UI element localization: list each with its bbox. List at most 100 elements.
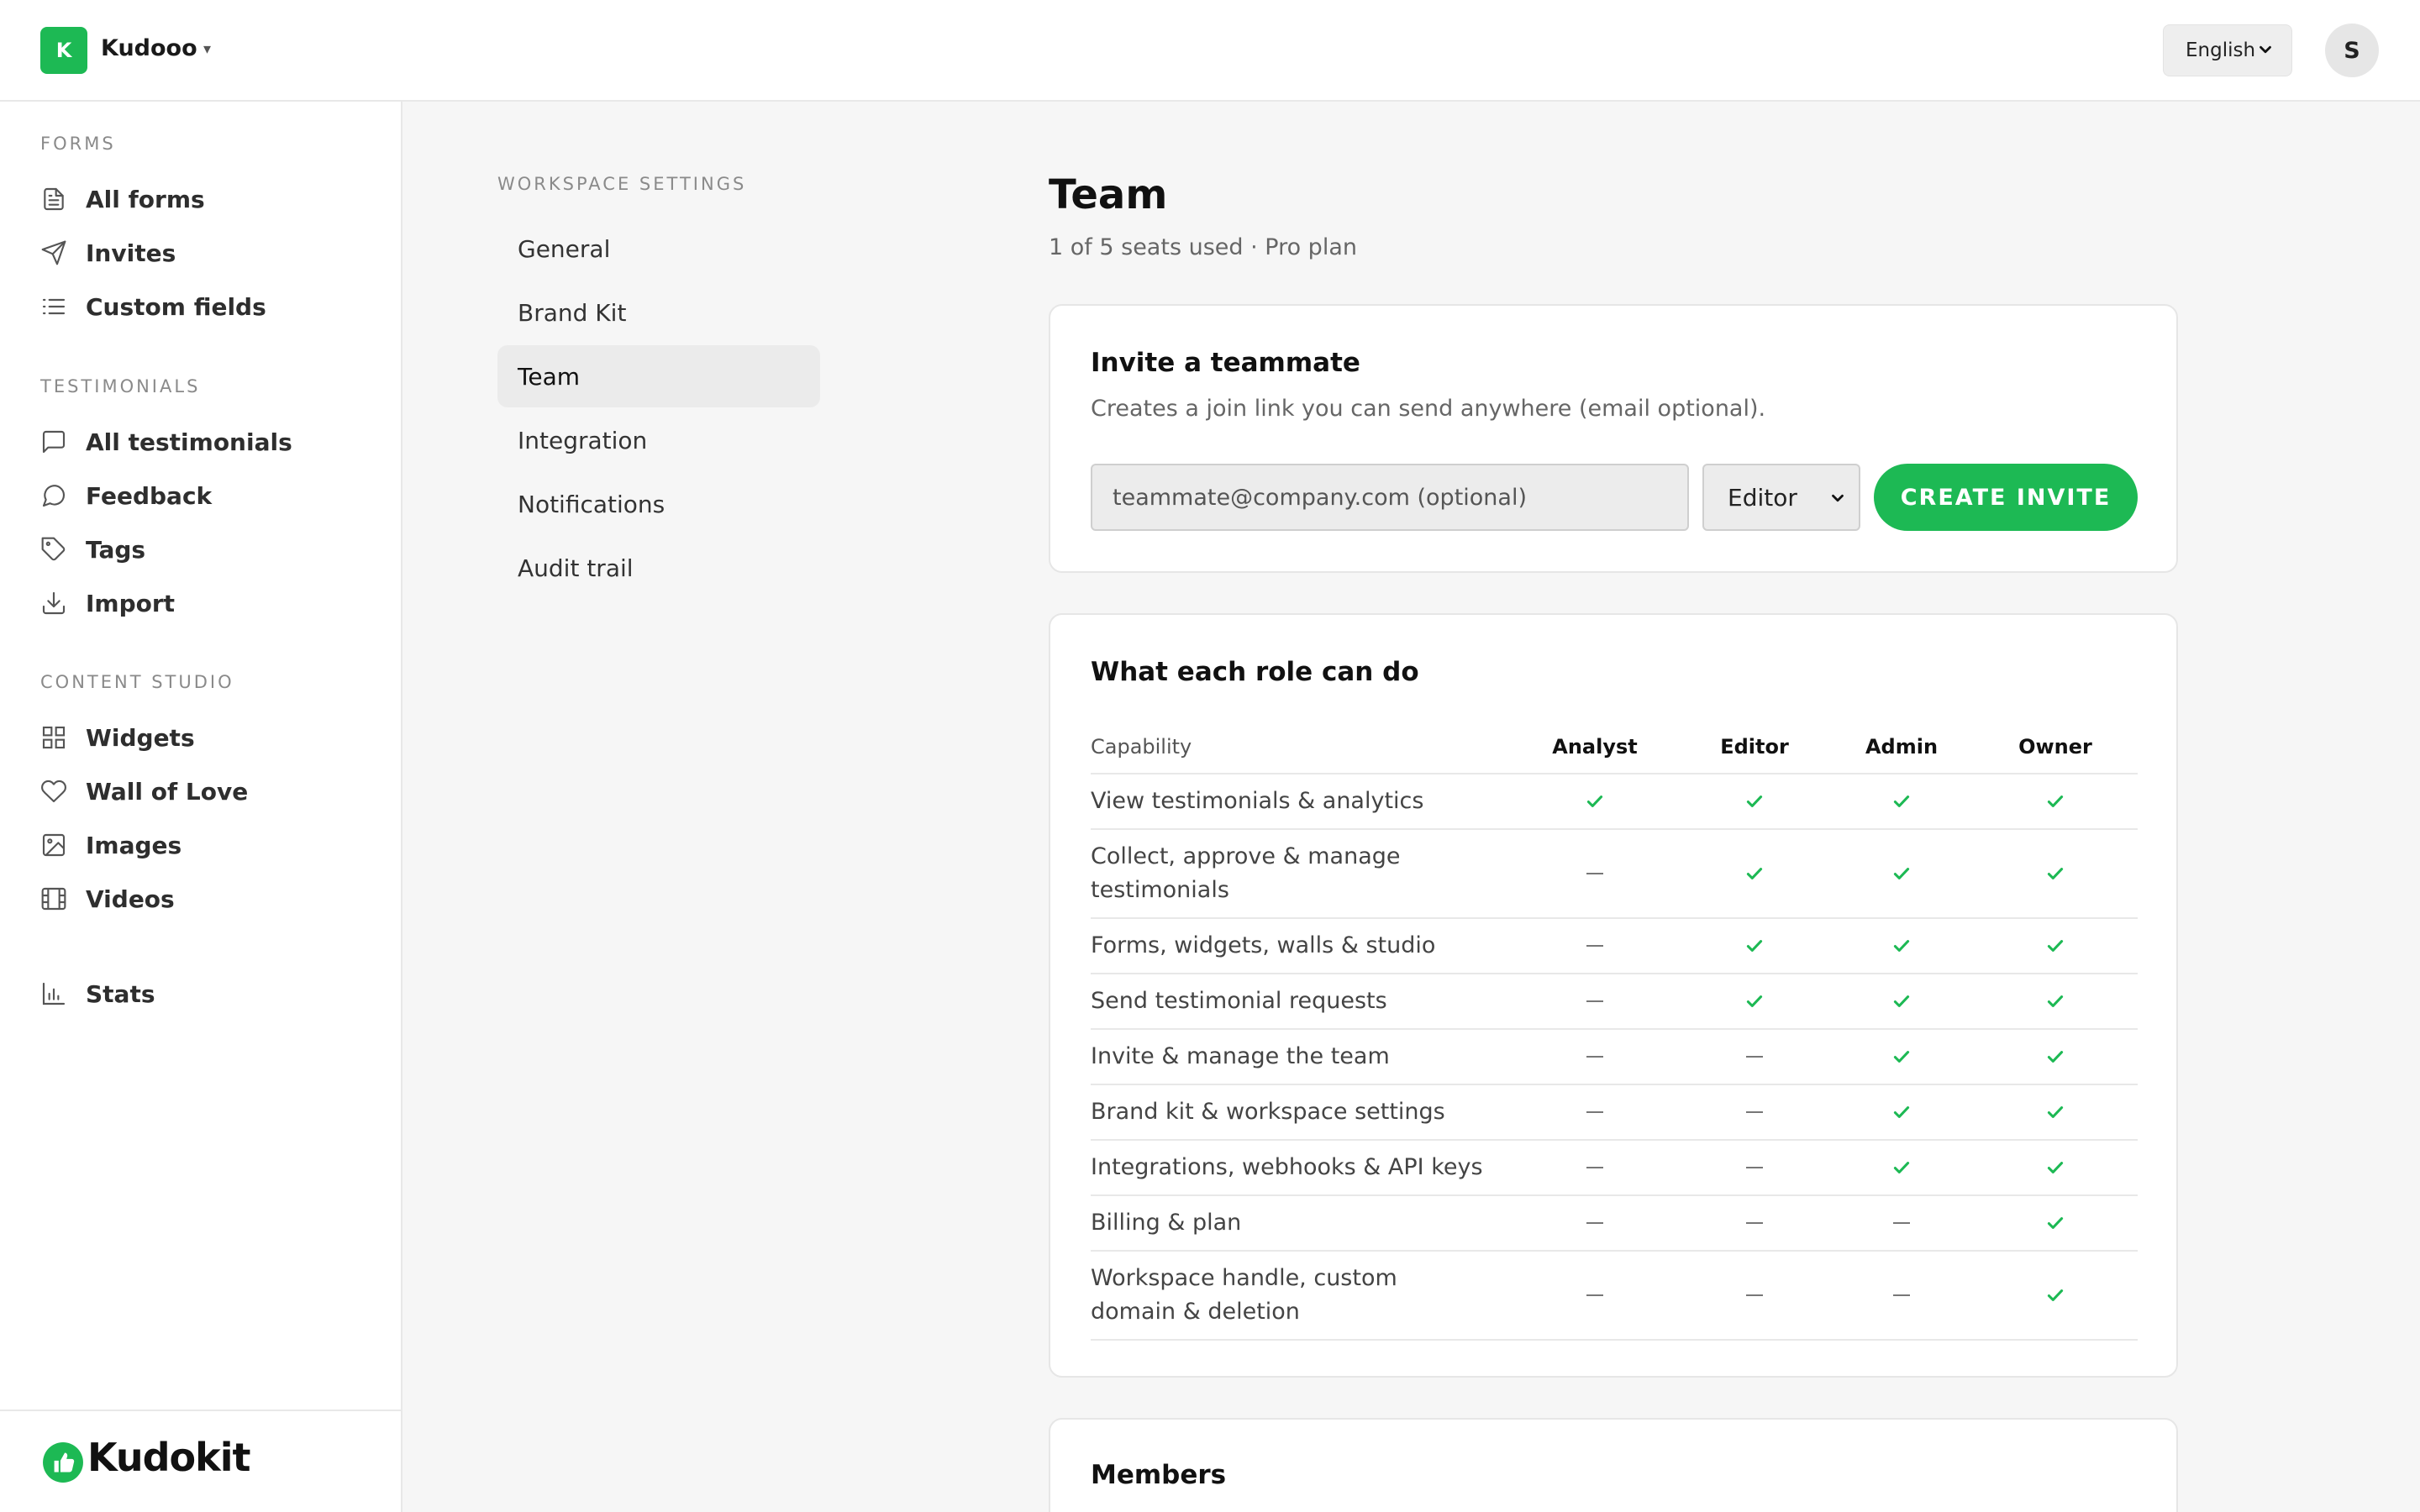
- column-header-editor: Editor: [1720, 735, 1789, 759]
- capability-label: Billing & plan: [1091, 1210, 1242, 1236]
- chevron-down-icon: [1832, 494, 1844, 502]
- sidebar-item-import[interactable]: Import: [40, 585, 376, 622]
- language-select[interactable]: English: [2163, 24, 2292, 76]
- editor-dash-icon: [1687, 1252, 1822, 1339]
- admin-check-icon: [1834, 974, 1969, 1028]
- sidebar-item-label: Widgets: [86, 723, 195, 752]
- sidebar-item-feedback[interactable]: Feedback: [40, 477, 376, 514]
- message-square-icon: [42, 430, 66, 454]
- user-avatar[interactable]: S: [2325, 24, 2379, 77]
- settings-tab-general[interactable]: General: [497, 218, 820, 280]
- sidebar-item-videos[interactable]: Videos: [40, 880, 376, 917]
- dash-mark: [1586, 1000, 1603, 1002]
- owner-check-icon: [1988, 774, 2123, 828]
- dash-mark: [1586, 1111, 1603, 1113]
- roles-title: What each role can do: [1091, 657, 1419, 687]
- admin-check-icon: [1834, 774, 1969, 828]
- sidebar-item-label: Tags: [86, 535, 146, 564]
- sidebar-item-custom-fields[interactable]: Custom fields: [40, 288, 376, 325]
- sidebar-item-label: Feedback: [86, 481, 213, 510]
- capability-label: Send testimonial requests: [1091, 988, 1387, 1014]
- editor-check-icon: [1687, 830, 1822, 917]
- members-title: Members: [1091, 1460, 1227, 1490]
- table-header-row: Capability Analyst Editor Admin Owner: [1091, 721, 2138, 774]
- analyst-dash-icon: [1528, 1030, 1662, 1084]
- analyst-dash-icon: [1528, 1252, 1662, 1339]
- admin-dash-icon: [1834, 1196, 1969, 1250]
- owner-check-icon: [1988, 830, 2123, 917]
- create-invite-button[interactable]: CREATE INVITE: [1874, 464, 2138, 531]
- top-bar: K Kudooo ▾ English S: [0, 0, 2420, 102]
- document-icon: [44, 187, 64, 211]
- table-row: Workspace handle, custom domain & deleti…: [1091, 1252, 2138, 1341]
- analyst-dash-icon: [1528, 919, 1662, 973]
- brand-name: Kudokit: [87, 1435, 250, 1480]
- table-row: Integrations, webhooks & API keys: [1091, 1141, 2138, 1196]
- workspace-name[interactable]: Kudooo: [101, 35, 197, 61]
- sidebar-item-label: Invites: [86, 239, 176, 267]
- column-header-owner: Owner: [2018, 735, 2092, 759]
- editor-dash-icon: [1687, 1085, 1822, 1139]
- sidebar-item-all-testimonials[interactable]: All testimonials: [40, 423, 376, 460]
- chevron-down-icon: [2260, 45, 2271, 54]
- sidebar-heading-content-studio: CONTENT STUDIO: [40, 672, 234, 692]
- editor-check-icon: [1687, 774, 1822, 828]
- admin-check-icon: [1834, 1030, 1969, 1084]
- workspace-badge[interactable]: K: [40, 27, 87, 74]
- sidebar-item-label: Videos: [86, 885, 175, 913]
- owner-check-icon: [1988, 1252, 2123, 1339]
- invite-title: Invite a teammate: [1091, 348, 1360, 378]
- sidebar-item-stats[interactable]: Stats: [40, 975, 376, 1012]
- analyst-dash-icon: [1528, 974, 1662, 1028]
- sidebar-heading-forms: FORMS: [40, 134, 116, 154]
- capability-label: Integrations, webhooks & API keys: [1091, 1154, 1483, 1180]
- table-row: Collect, approve & manage testimonials: [1091, 830, 2138, 919]
- dash-mark: [1746, 1294, 1763, 1296]
- heart-icon: [41, 780, 66, 803]
- invite-description: Creates a join link you can send anywher…: [1091, 396, 1766, 422]
- settings-tab-team[interactable]: Team: [497, 345, 820, 407]
- capability-label: Invite & manage the team: [1091, 1043, 1390, 1069]
- sidebar-item-images[interactable]: Images: [40, 827, 376, 864]
- settings-tab-audit-trail[interactable]: Audit trail: [497, 537, 820, 599]
- invite-email-input[interactable]: [1091, 464, 1689, 531]
- settings-tab-notifications[interactable]: Notifications: [497, 473, 820, 535]
- owner-check-icon: [1988, 1196, 2123, 1250]
- owner-check-icon: [1988, 974, 2123, 1028]
- owner-check-icon: [1988, 919, 2123, 973]
- settings-tab-integration[interactable]: Integration: [497, 409, 820, 471]
- capability-label: View testimonials & analytics: [1091, 788, 1424, 814]
- dash-mark: [1746, 1056, 1763, 1058]
- analyst-dash-icon: [1528, 1085, 1662, 1139]
- sidebar-item-widgets[interactable]: Widgets: [40, 719, 376, 756]
- analyst-dash-icon: [1528, 830, 1662, 917]
- sidebar-item-invites[interactable]: Invites: [40, 234, 376, 271]
- column-header-capability: Capability: [1091, 735, 1192, 759]
- sidebar-item-wall-of-love[interactable]: Wall of Love: [40, 773, 376, 810]
- grid-icon: [42, 726, 66, 749]
- editor-dash-icon: [1687, 1196, 1822, 1250]
- analyst-dash-icon: [1528, 1196, 1662, 1250]
- owner-check-icon: [1988, 1085, 2123, 1139]
- sidebar-item-label: Images: [86, 831, 182, 859]
- admin-check-icon: [1834, 1141, 1969, 1194]
- sidebar-item-tags[interactable]: Tags: [40, 531, 376, 568]
- seats-summary: 1 of 5 seats used · Pro plan: [1049, 234, 1357, 260]
- workspace-caret-icon[interactable]: ▾: [203, 40, 211, 58]
- settings-tab-brand-kit[interactable]: Brand Kit: [497, 281, 820, 344]
- dash-mark: [1746, 1111, 1763, 1113]
- sidebar-item-all-forms[interactable]: All forms: [40, 181, 376, 218]
- capability-label: Workspace handle, custom domain & deleti…: [1091, 1265, 1397, 1325]
- film-icon: [41, 887, 66, 911]
- dash-mark: [1586, 1222, 1603, 1224]
- dash-mark: [1586, 1294, 1603, 1296]
- sidebar-heading-testimonials: TESTIMONIALS: [40, 376, 201, 396]
- dash-mark: [1746, 1167, 1763, 1168]
- sidebar-item-label: Wall of Love: [86, 777, 249, 806]
- column-header-analyst: Analyst: [1552, 735, 1638, 759]
- sidebar-item-label: Custom fields: [86, 292, 266, 321]
- list-icon: [42, 298, 66, 315]
- invite-role-select[interactable]: Editor: [1702, 464, 1860, 531]
- analyst-dash-icon: [1528, 1141, 1662, 1194]
- sidebar-item-label: All testimonials: [86, 428, 292, 456]
